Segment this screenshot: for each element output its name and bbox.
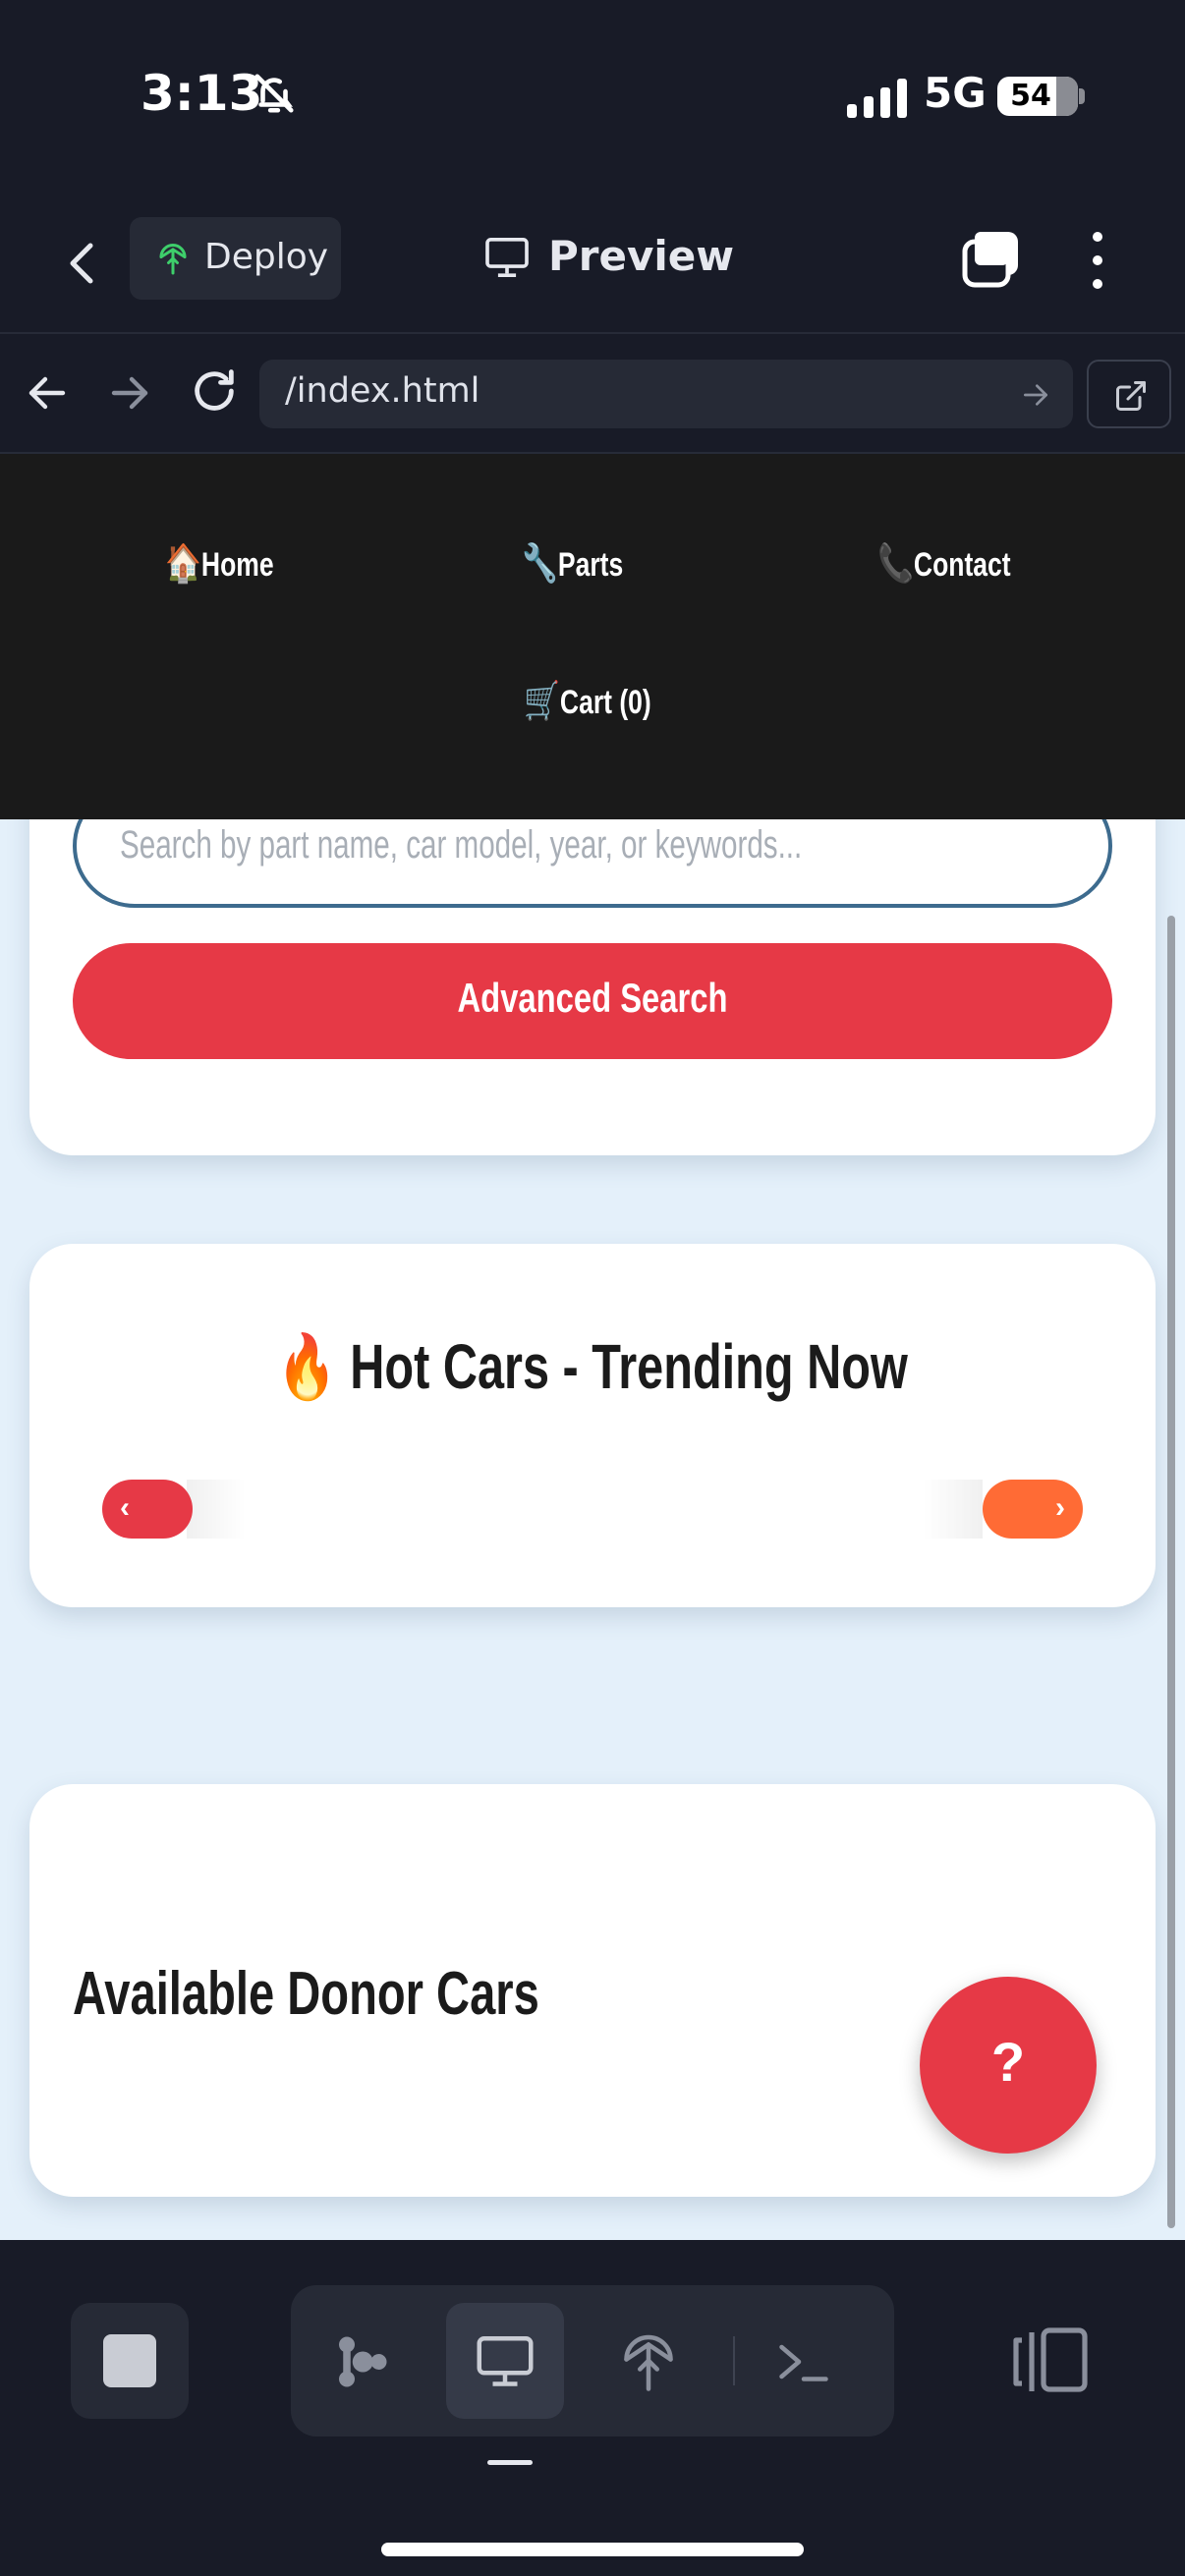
chevron-left-icon: ‹ [120,1491,130,1524]
nav-home[interactable]: 🏠Home [165,542,274,586]
nav-home-label: Home [200,546,274,584]
nav-contact-label: Contact [913,546,1011,584]
status-time: 3:13 [141,65,263,122]
agent-icon [339,2336,387,2387]
wrench-icon: 🔧 [522,543,558,585]
nav-cart-label: Cart (0) [559,684,651,721]
toolbar-separator [733,2336,735,2385]
url-input[interactable]: /index.html [259,360,1073,428]
signal-icon [847,79,907,118]
home-icon: 🏠 [165,543,201,585]
bell-slash-icon [254,74,294,113]
monitor-icon [477,2336,534,2386]
stop-icon [103,2334,156,2387]
nav-parts[interactable]: 🔧Parts [522,542,623,586]
carousel-fade-right [924,1480,983,1539]
nav-parts-label: Parts [557,546,624,584]
bottom-toolbar [0,2240,1185,2576]
deploy-icon [624,2334,673,2391]
web-viewport: 🏠Home 🔧Parts 📞Contact 🛒Cart (0) Search b… [0,454,1185,2240]
monitor-icon [485,238,529,277]
open-external-button[interactable] [1087,360,1171,428]
browser-toolbar: /index.html [0,334,1185,454]
terminal-icon [779,2344,828,2381]
chevron-left-icon[interactable] [57,228,106,297]
hot-cars-title: 🔥 Hot Cars - Trending Now [277,1331,908,1402]
advanced-search-label: Advanced Search [457,975,728,1021]
search-placeholder: Search by part name, car model, year, or… [120,823,803,867]
battery-level: 54 [1010,79,1051,113]
app-header: Deploy Preview [0,193,1185,334]
reload-icon[interactable] [189,365,240,417]
hot-cars-card: 🔥 Hot Cars - Trending Now ‹ › [29,1244,1156,1607]
layout-icon[interactable] [1012,2324,1091,2393]
help-button[interactable]: ? [920,1977,1097,2154]
agent-button[interactable] [303,2303,421,2419]
deploy-label: Deploy [204,237,329,277]
tabs-icon[interactable] [961,228,1022,289]
terminal-button[interactable] [745,2303,863,2419]
chevron-right-icon: › [1055,1491,1065,1524]
tool-group [291,2285,894,2436]
nav-contact[interactable]: 📞Contact [877,542,1011,586]
go-arrow-icon[interactable] [1020,379,1051,411]
arrow-right-icon[interactable] [106,369,153,417]
home-indicator[interactable] [381,2543,804,2556]
battery-icon: 54 [997,77,1078,116]
battery-nub [1079,88,1085,104]
preview-button[interactable] [446,2303,564,2419]
deploy-icon [159,244,187,275]
advanced-search-button[interactable]: Advanced Search [73,943,1112,1059]
more-vertical-icon[interactable] [1081,228,1114,293]
carousel-prev-button[interactable]: ‹ [102,1480,193,1539]
help-label: ? [990,2031,1026,2093]
site-nav: 🏠Home 🔧Parts 📞Contact 🛒Cart (0) [0,454,1185,819]
carousel-next-button[interactable]: › [983,1480,1083,1539]
preview-label: Preview [548,232,735,280]
cart-icon: 🛒 [524,681,560,722]
nav-cart[interactable]: 🛒Cart (0) [524,680,651,723]
stop-button[interactable] [71,2303,189,2419]
deploy-button[interactable]: Deploy [130,217,341,300]
deploy-tool-button[interactable] [590,2303,707,2419]
url-text: /index.html [285,371,480,411]
arrow-left-icon[interactable] [24,369,71,417]
status-bar: 3:13 5G 54 [0,0,1185,193]
phone-icon: 📞 [877,543,914,585]
scrollbar[interactable] [1167,916,1175,2228]
open-external-icon [1116,381,1146,411]
carousel-fade-left [187,1480,246,1539]
drawer-handle[interactable] [487,2460,533,2465]
donor-cars-title: Available Donor Cars [73,1960,539,2028]
network-type: 5G [924,69,987,117]
